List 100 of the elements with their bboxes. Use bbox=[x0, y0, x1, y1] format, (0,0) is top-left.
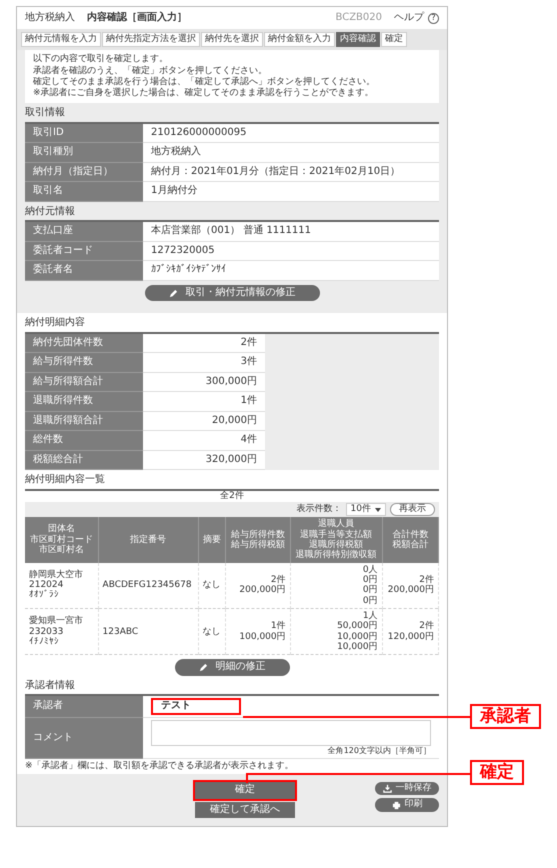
cell-text: 静岡県大空市 bbox=[29, 570, 84, 580]
cell-text: 50,000円 bbox=[336, 621, 378, 632]
row-label: 総件数 bbox=[25, 430, 143, 450]
step-item: 納付先指定方法を選択 bbox=[102, 32, 200, 48]
approver-note: ※「承認者」欄には、取引額を承認できる承認者が表示されます。 bbox=[25, 760, 295, 773]
column-label: 退職人員 bbox=[317, 519, 356, 530]
row-label: 委託者名 bbox=[25, 260, 143, 280]
column-label: 退職所得特別徴収額 bbox=[294, 550, 378, 561]
row-label: 支払口座 bbox=[25, 222, 143, 242]
section-title: 取引情報 bbox=[25, 107, 66, 120]
caret-icon bbox=[375, 508, 381, 512]
cell-text: 200,000円 bbox=[386, 585, 434, 596]
cell-text: 0円 bbox=[362, 585, 378, 596]
row-label: 退職所得額合計 bbox=[25, 411, 143, 431]
row-value: 3件 bbox=[143, 352, 265, 372]
row-value: ｶﾌﾞｼｷｶﾞｲｼﾔﾃﾞﾝｻｲ bbox=[143, 260, 439, 280]
row-label: 取引種別 bbox=[25, 142, 143, 162]
column-label: 税額合計 bbox=[391, 540, 430, 550]
row-value: 1272320005 bbox=[143, 241, 439, 261]
row-label: 取引ID bbox=[25, 124, 143, 143]
pencil-icon bbox=[168, 288, 178, 298]
total-count: 全2件 bbox=[219, 490, 245, 502]
step-item: 納付元情報を入力 bbox=[21, 32, 101, 48]
row-value: 320,000円 bbox=[143, 450, 265, 470]
row-label: 給与所得件数 bbox=[25, 352, 143, 372]
callout-label: 確定 bbox=[470, 760, 524, 786]
section-title: 承認者情報 bbox=[25, 680, 76, 692]
cell-text: 愛知県一宮市 bbox=[29, 616, 84, 627]
cell-text: 1件 bbox=[270, 621, 286, 632]
cell-text: ABCDEFG12345678 bbox=[102, 580, 193, 590]
pencil-icon bbox=[198, 663, 208, 672]
column-label: 市区町村コード bbox=[29, 534, 94, 545]
action-button[interactable]: 確定して承認へ bbox=[195, 802, 295, 818]
row-value: 20,000円 bbox=[143, 411, 265, 431]
row-label: 委託者コード bbox=[25, 241, 143, 261]
cell-text: 0円 bbox=[362, 596, 378, 606]
cell-text: 123ABC bbox=[102, 626, 140, 637]
row-value: 2件 bbox=[143, 334, 265, 353]
cell-text: 212024 bbox=[29, 580, 64, 590]
cell-text: 100,000円 bbox=[238, 632, 286, 642]
action-button[interactable]: 一時保存 bbox=[375, 782, 439, 796]
help-icon: ? bbox=[428, 12, 439, 24]
comment-field[interactable] bbox=[151, 720, 431, 746]
step-item: 納付先を選択 bbox=[201, 32, 263, 48]
row-label: 承認者 bbox=[25, 695, 143, 718]
column-label: 指定番号 bbox=[129, 534, 168, 546]
instruction-text: 確定してそのまま承認を行う場合は、「確定して承認へ」ボタンを押してください。 bbox=[33, 76, 376, 88]
row-label: 納付月（指定日） bbox=[25, 162, 143, 182]
per-page-label: 表示件数： bbox=[296, 504, 342, 516]
row-label: 税額総合計 bbox=[25, 450, 143, 470]
row-label: 納付先団体件数 bbox=[25, 334, 143, 353]
column-label: 給与所得件数 bbox=[230, 530, 286, 540]
row-value: 地方税納入 bbox=[143, 142, 439, 162]
row-label: コメント bbox=[25, 717, 143, 758]
row-value: 納付月：2021年01月分（指定日：2021年02月10日） bbox=[143, 162, 439, 182]
help-link[interactable]: ヘルプ ? bbox=[394, 12, 439, 24]
section-title: 納付明細内容 bbox=[25, 317, 86, 330]
row-label: 退職所得件数 bbox=[25, 392, 143, 412]
row-value: 4件 bbox=[143, 430, 265, 450]
row-value: 300,000円 bbox=[143, 372, 265, 392]
step-item: 確定 bbox=[381, 32, 407, 48]
cell-text: 2件 bbox=[418, 621, 434, 632]
refresh-button[interactable]: 再表示 bbox=[390, 503, 435, 516]
section-title: 納付元情報 bbox=[25, 206, 76, 218]
action-button[interactable]: 確定 bbox=[195, 782, 295, 799]
page-title: 内容確認［画面入力］ bbox=[87, 12, 187, 24]
cell-text: 0円 bbox=[362, 574, 378, 585]
cell-text: 120,000円 bbox=[386, 632, 434, 642]
row-label: 取引名 bbox=[25, 182, 143, 202]
cell-text: 200,000円 bbox=[238, 585, 286, 596]
column-label: 退職所得税額 bbox=[309, 540, 364, 550]
step-item: 納付金額を入力 bbox=[264, 32, 335, 48]
edit-button[interactable]: 明細の修正 bbox=[174, 659, 290, 676]
instruction-text: ※承認者にご自身を選択した場合は、確定してそのまま承認を行うことができます。 bbox=[33, 88, 375, 100]
cell-text: 10,000円 bbox=[336, 642, 378, 652]
download-icon bbox=[382, 784, 392, 794]
action-button[interactable]: 印刷 bbox=[375, 798, 439, 812]
row-value: 1件 bbox=[143, 392, 265, 412]
step-item: 内容確認 bbox=[336, 32, 380, 48]
cell-text: 0人 bbox=[362, 564, 378, 575]
cell-text: 2件 bbox=[270, 574, 286, 585]
approver-select[interactable]: テスト bbox=[151, 698, 241, 715]
comment-hint: 全角120文字以内［半角可］ bbox=[326, 746, 431, 756]
cell-text: ｵｵｿﾞﾗｼ bbox=[29, 590, 60, 601]
column-label: 市区町村名 bbox=[38, 545, 85, 556]
screen-id: BCZB020 bbox=[336, 12, 382, 24]
row-value: 本店営業部（001） 普通 1111111 bbox=[143, 222, 439, 242]
per-page-select[interactable]: 10件 bbox=[346, 503, 386, 516]
section-title: 納付明細内容一覧 bbox=[25, 474, 106, 487]
row-label: 給与所得額合計 bbox=[25, 372, 143, 392]
column-label: 合計件数 bbox=[391, 530, 430, 540]
cell-text: 1人 bbox=[362, 611, 378, 621]
instruction-text: 承認者を確認のうえ、「確定」ボタンを押してください。 bbox=[33, 66, 268, 76]
row-value: 1月納付分 bbox=[143, 182, 439, 202]
section-name: 地方税納入 bbox=[25, 12, 75, 24]
column-label: 摘要 bbox=[202, 534, 222, 546]
row-value: 210126000000095 bbox=[143, 124, 439, 143]
edit-button[interactable]: 取引・納付元情報の修正 bbox=[144, 284, 320, 302]
callout-label: 承認者 bbox=[470, 704, 541, 730]
cell-text: ｲﾁﾉﾐﾔｼ bbox=[29, 636, 60, 648]
